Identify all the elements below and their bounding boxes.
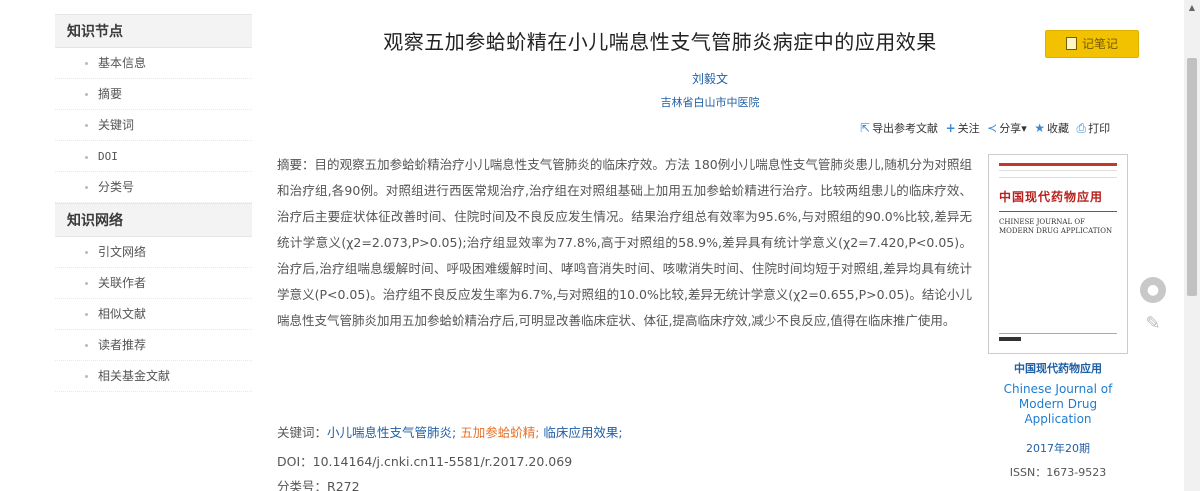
bullet-icon [85, 251, 88, 254]
share-icon: ≺ [987, 121, 998, 135]
keyword-link[interactable]: 临床应用效果; [543, 425, 622, 440]
collect-button[interactable]: ★ 收藏 [1034, 121, 1069, 135]
cover-separator [999, 211, 1117, 212]
comment-icon[interactable]: ● [1140, 277, 1166, 303]
vertical-scrollbar[interactable]: ▲ [1184, 0, 1200, 491]
plus-icon: + [945, 121, 956, 135]
dropdown-icon: ▾ [1021, 122, 1027, 135]
sidebar-item-label: 摘要 [98, 87, 123, 101]
star-icon: ★ [1034, 121, 1045, 135]
journal-name-cn[interactable]: 中国现代药物应用 [988, 360, 1128, 376]
sidebar-item-label: 关键词 [98, 118, 135, 132]
bullet-icon [85, 186, 88, 189]
follow-button[interactable]: + 关注 [945, 121, 980, 135]
cover-divider [999, 170, 1117, 178]
print-button[interactable]: ⎙ 打印 [1076, 121, 1111, 135]
sidebar-item-label: 相关基金文献 [98, 369, 171, 383]
cover-footer [999, 333, 1117, 341]
sidebar-item-abstract[interactable]: 摘要 [55, 79, 252, 110]
sidebar-item-classification[interactable]: 分类号 [55, 172, 252, 203]
sidebar-item-related-authors[interactable]: 关联作者 [55, 268, 252, 299]
article-title: 观察五加参蛤蚧精在小儿喘息性支气管肺炎病症中的应用效果 [383, 30, 937, 54]
print-icon: ⎙ [1076, 121, 1087, 135]
classification-row: 分类号：R272 [277, 476, 360, 491]
print-label: 打印 [1088, 122, 1111, 135]
bullet-icon [85, 62, 88, 65]
journal-cover-image[interactable]: 中国现代药物应用 CHINESE JOURNAL OF MODERN DRUG … [988, 154, 1128, 354]
journal-issn: ISSN：1673-9523 [1009, 466, 1107, 479]
sidebar-item-label: 相似文献 [98, 307, 147, 321]
bullet-icon [85, 344, 88, 347]
sidebar-item-doi[interactable]: DOI [55, 141, 252, 172]
share-button[interactable]: ≺ 分享▾ [987, 121, 1027, 135]
sidebar-item-label: 关联作者 [98, 276, 147, 290]
take-note-button[interactable]: 记笔记 [1045, 30, 1139, 58]
export-label: 导出参考文献 [872, 122, 939, 135]
keyword-link[interactable]: 五加参蛤蚧精; [460, 425, 539, 440]
pen-icon[interactable]: ✎ [1140, 311, 1166, 337]
section-knowledge-nodes: 知识节点 [55, 14, 252, 48]
sidebar-item-label: DOI [98, 150, 118, 163]
sidebar-item-similar-literature[interactable]: 相似文献 [55, 299, 252, 330]
sidebar-item-reader-recommend[interactable]: 读者推荐 [55, 330, 252, 361]
sidebar-item-basic-info[interactable]: 基本信息 [55, 48, 252, 79]
classification-value: R272 [327, 479, 360, 491]
keywords-row: 关键词：小儿喘息性支气管肺炎; 五加参蛤蚧精; 临床应用效果; [277, 422, 623, 441]
collect-label: 收藏 [1046, 122, 1069, 135]
cover-stripe [999, 163, 1117, 166]
section-knowledge-network: 知识网络 [55, 203, 252, 237]
cover-title-en: CHINESE JOURNAL OF MODERN DRUG APPLICATI… [999, 218, 1113, 235]
sidebar-item-label: 分类号 [98, 180, 135, 194]
bullet-icon [85, 93, 88, 96]
journal-issue[interactable]: 2017年20期 [988, 440, 1128, 456]
export-citation-button[interactable]: ⇱ 导出参考文献 [860, 121, 939, 135]
follow-label: 关注 [957, 122, 980, 135]
sidebar-item-label: 引文网络 [98, 245, 147, 259]
doi-value: 10.14164/j.cnki.cn11-5581/r.2017.20.069 [312, 454, 573, 469]
doi-label: DOI： [277, 454, 313, 469]
article-actions: ⇱ 导出参考文献 + 关注 ≺ 分享▾ ★ 收藏 ⎙ 打印 [860, 120, 1114, 136]
scroll-up-arrow-icon[interactable]: ▲ [1184, 0, 1200, 16]
cover-title-cn: 中国现代药物应用 [999, 190, 1104, 204]
bullet-icon [85, 282, 88, 285]
scroll-thumb[interactable] [1187, 58, 1197, 296]
sidebar-item-citation-network[interactable]: 引文网络 [55, 237, 252, 268]
sidebar-item-keywords[interactable]: 关键词 [55, 110, 252, 141]
journal-name-en[interactable]: Chinese Journal of Modern Drug Applicati… [995, 382, 1121, 427]
abstract-text: 摘要：目的观察五加参蛤蚧精治疗小儿喘息性支气管肺炎的临床疗效。方法 180例小儿… [277, 157, 972, 328]
keywords-label: 关键词： [277, 425, 328, 440]
bullet-icon [85, 313, 88, 316]
knowledge-sidebar: 知识节点 基本信息 摘要 关键词 DOI 分类号 知识网络 引文网络 关联作者 … [55, 14, 252, 392]
author-link[interactable]: 刘毅文 [300, 70, 1120, 87]
organization-link[interactable]: 吉林省白山市中医院 [300, 94, 1120, 110]
doi-row: DOI：10.14164/j.cnki.cn11-5581/r.2017.20.… [277, 451, 572, 470]
sidebar-item-label: 基本信息 [98, 56, 147, 70]
note-icon [1065, 37, 1077, 50]
bullet-icon [85, 375, 88, 378]
bullet-icon [85, 155, 88, 159]
sidebar-item-related-fund[interactable]: 相关基金文献 [55, 361, 252, 392]
take-note-label: 记笔记 [1081, 37, 1118, 51]
bullet-icon [85, 124, 88, 127]
sidebar-item-label: 读者推荐 [98, 338, 147, 352]
classification-label: 分类号： [277, 479, 328, 491]
keyword-link[interactable]: 小儿喘息性支气管肺炎; [327, 425, 456, 440]
export-icon: ⇱ [860, 121, 871, 135]
share-label: 分享 [999, 122, 1022, 135]
